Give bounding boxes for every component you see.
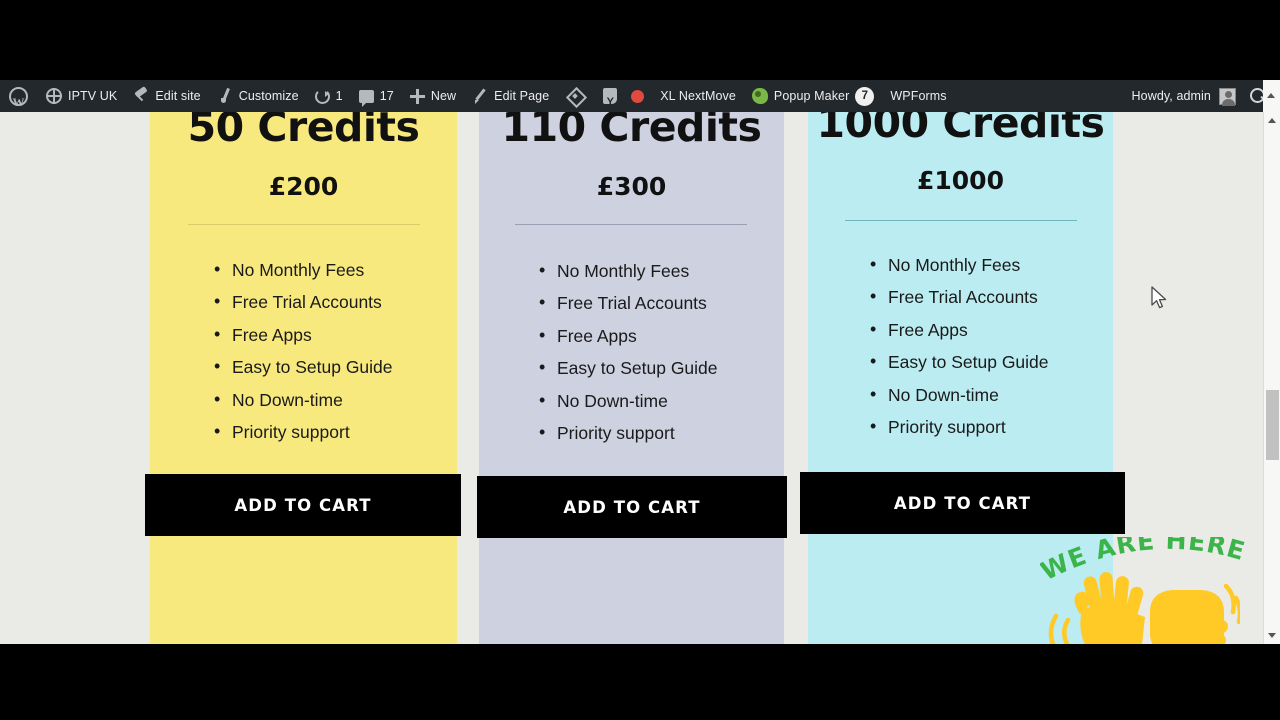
scrollbar-top-cap[interactable] bbox=[1263, 80, 1280, 112]
list-item: Free Apps bbox=[210, 318, 393, 351]
wordpress-admin-bar: IPTV UK Edit site Customize 1 17 New bbox=[0, 80, 1280, 118]
list-item: Easy to Setup Guide bbox=[866, 345, 1049, 378]
browser-viewport: 50 Credits £200 No Monthly Fees Free Tri… bbox=[0, 80, 1280, 644]
avatar-icon bbox=[1219, 87, 1236, 106]
list-item: Priority support bbox=[210, 415, 393, 448]
adminbar-label: WPForms bbox=[890, 89, 947, 103]
list-item: No Down-time bbox=[210, 383, 393, 416]
list-item: Easy to Setup Guide bbox=[535, 351, 718, 384]
adminbar-item-edit-site[interactable]: Edit site bbox=[125, 80, 208, 112]
video-frame: 50 Credits £200 No Monthly Fees Free Tri… bbox=[0, 0, 1280, 720]
list-item: Easy to Setup Guide bbox=[210, 350, 393, 383]
adminbar-item-gem[interactable] bbox=[557, 80, 593, 112]
adminbar-label: Customize bbox=[238, 89, 299, 103]
plus-icon bbox=[409, 88, 425, 104]
red-dot-icon bbox=[631, 89, 645, 103]
list-item: No Monthly Fees bbox=[866, 248, 1049, 281]
comment-icon bbox=[358, 89, 374, 107]
card-divider bbox=[515, 224, 747, 225]
list-item: Free Trial Accounts bbox=[535, 286, 718, 319]
popup-maker-count-badge: 7 bbox=[855, 86, 875, 106]
pointing-down-hand-icon bbox=[1140, 582, 1243, 644]
adminbar-right-group: Howdy, admin bbox=[1124, 80, 1280, 112]
adminbar-label: Edit site bbox=[155, 89, 201, 103]
card-price: £300 bbox=[596, 172, 667, 201]
pin-icon bbox=[133, 88, 149, 104]
adminbar-label: 17 bbox=[379, 89, 394, 103]
pencil-icon bbox=[472, 88, 488, 104]
list-item: No Monthly Fees bbox=[535, 254, 718, 287]
adminbar-item-wpforms[interactable]: WPForms bbox=[882, 80, 954, 112]
add-to-cart-button[interactable]: ADD TO CART bbox=[477, 476, 787, 538]
site-globe-icon bbox=[46, 88, 62, 104]
brush-icon bbox=[217, 88, 233, 104]
scroll-up-arrow-icon[interactable] bbox=[1264, 112, 1280, 129]
adminbar-item-my-account[interactable]: Howdy, admin bbox=[1124, 80, 1244, 112]
adminbar-item-popup-maker[interactable]: Popup Maker 7 bbox=[744, 80, 882, 112]
add-to-cart-button[interactable]: ADD TO CART bbox=[145, 474, 461, 536]
adminbar-item-edit-page[interactable]: Edit Page bbox=[464, 80, 557, 112]
adminbar-item-yoast-seo[interactable] bbox=[593, 80, 623, 118]
list-item: Priority support bbox=[866, 410, 1049, 443]
wordpress-icon bbox=[9, 86, 28, 118]
waving-hand-icon bbox=[1042, 570, 1152, 644]
card-price: £1000 bbox=[917, 166, 1004, 195]
card-feature-list: No Monthly Fees Free Trial Accounts Free… bbox=[210, 253, 393, 448]
card-divider bbox=[188, 224, 420, 225]
update-icon bbox=[314, 88, 330, 104]
card-feature-list: No Monthly Fees Free Trial Accounts Free… bbox=[866, 248, 1049, 443]
card-divider bbox=[845, 220, 1077, 221]
mouse-cursor bbox=[1150, 286, 1170, 317]
yoast-icon bbox=[603, 86, 618, 118]
pricing-card-110-credits[interactable]: 110 Credits £300 No Monthly Fees Free Tr… bbox=[477, 103, 787, 644]
adminbar-label: Popup Maker bbox=[773, 89, 850, 103]
scroll-down-arrow-icon[interactable] bbox=[1264, 627, 1280, 644]
adminbar-item-wp-logo[interactable] bbox=[0, 80, 38, 118]
adminbar-label: Edit Page bbox=[494, 89, 550, 103]
adminbar-item-comments[interactable]: 17 bbox=[351, 80, 402, 112]
list-item: Free Trial Accounts bbox=[210, 285, 393, 318]
adminbar-label: IPTV UK bbox=[68, 89, 118, 103]
adminbar-label: XL NextMove bbox=[660, 89, 736, 103]
adminbar-item-recording[interactable] bbox=[623, 80, 652, 112]
list-item: Free Apps bbox=[866, 313, 1049, 346]
list-item: No Down-time bbox=[535, 384, 718, 417]
adminbar-label: 1 bbox=[335, 89, 343, 103]
adminbar-item-xl-nextmove[interactable]: XL NextMove bbox=[652, 80, 744, 112]
pricing-card-50-credits[interactable]: 50 Credits £200 No Monthly Fees Free Tri… bbox=[145, 103, 461, 644]
scrollbar-thumb[interactable] bbox=[1266, 390, 1279, 460]
list-item: Free Apps bbox=[535, 319, 718, 352]
howdy-label: Howdy, admin bbox=[1131, 89, 1211, 103]
list-item: No Monthly Fees bbox=[210, 253, 393, 286]
add-to-cart-button[interactable]: ADD TO CART bbox=[800, 472, 1125, 534]
card-price: £200 bbox=[268, 172, 339, 201]
popup-maker-icon bbox=[751, 88, 768, 104]
list-item: No Down-time bbox=[866, 378, 1049, 411]
video-letterbox-top bbox=[0, 0, 1280, 80]
adminbar-label: New bbox=[430, 89, 457, 103]
list-item: Priority support bbox=[535, 416, 718, 449]
adminbar-item-new-content[interactable]: New bbox=[402, 80, 464, 112]
card-feature-list: No Monthly Fees Free Trial Accounts Free… bbox=[535, 254, 718, 449]
list-item: Free Trial Accounts bbox=[866, 280, 1049, 313]
adminbar-item-customize[interactable]: Customize bbox=[209, 80, 307, 112]
page-scrollbar[interactable] bbox=[1263, 112, 1280, 644]
diamond-icon bbox=[567, 88, 583, 104]
adminbar-item-site-name[interactable]: IPTV UK bbox=[38, 80, 125, 112]
video-letterbox-bottom bbox=[0, 644, 1280, 720]
we-are-here-widget[interactable]: WE ARE HERE! bbox=[1030, 532, 1260, 644]
adminbar-item-updates[interactable]: 1 bbox=[307, 80, 351, 112]
